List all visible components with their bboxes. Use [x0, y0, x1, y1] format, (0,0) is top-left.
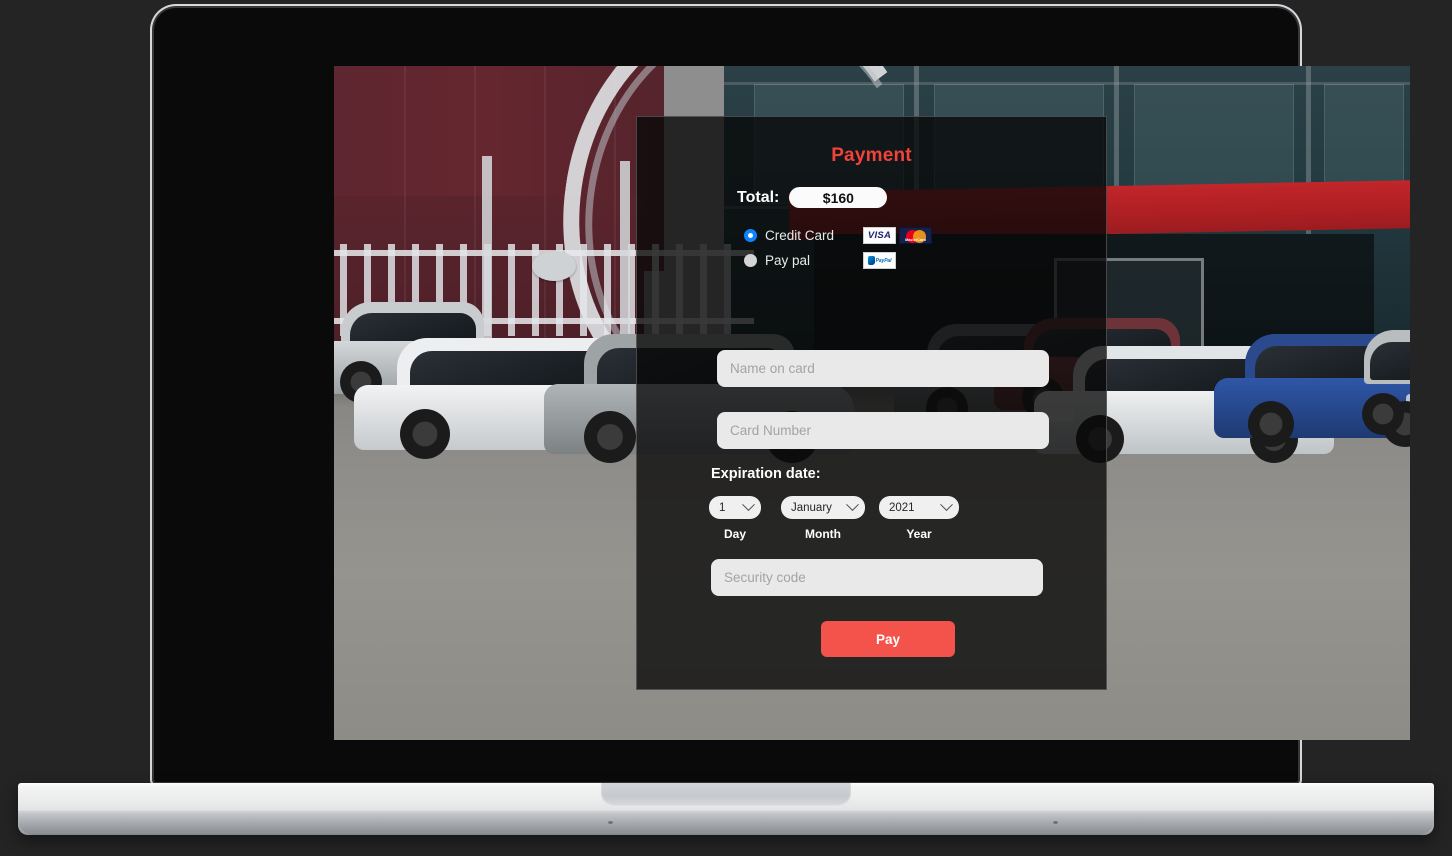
- card-number-input[interactable]: Card Number: [717, 412, 1049, 449]
- fence-picket: [604, 244, 611, 336]
- year-select[interactable]: 2021: [879, 496, 959, 519]
- car-wheel: [1248, 401, 1294, 447]
- day-select-value: 1: [719, 501, 726, 514]
- fence-picket: [580, 244, 587, 336]
- expiration-selects: 1 Day January Month 2021 Year: [709, 496, 959, 541]
- visa-icon: VISA: [863, 227, 896, 244]
- car-wheel: [584, 411, 636, 463]
- day-caption: Day: [723, 527, 746, 541]
- screenshot-root: Payment Total: $160 Credit Card VISA Mas…: [0, 0, 1452, 856]
- paypal-wordmark: PayPal: [875, 257, 892, 264]
- mastercard-icon: MasterCard: [899, 227, 932, 244]
- total-value: $160: [789, 187, 888, 208]
- radio-pay-pal[interactable]: [744, 254, 757, 267]
- pay-button[interactable]: Pay: [821, 621, 955, 657]
- radio-credit-card[interactable]: [744, 229, 757, 242]
- security-code-input[interactable]: Security code: [711, 559, 1043, 596]
- satellite-dish: [532, 251, 576, 281]
- payment-modal: Payment Total: $160 Credit Card VISA Mas…: [636, 116, 1107, 690]
- chevron-down-icon: [846, 498, 859, 512]
- total-row: Total: $160: [737, 187, 888, 208]
- car-wheel: [400, 409, 450, 459]
- car-wheel: [1362, 393, 1404, 435]
- month-caption: Month: [805, 527, 841, 541]
- total-label: Total:: [737, 188, 780, 206]
- laptop-foot: [1053, 821, 1058, 824]
- day-select-group: 1 Day: [709, 496, 761, 541]
- year-select-group: 2021 Year: [879, 496, 959, 541]
- laptop-screen: Payment Total: $160 Credit Card VISA Mas…: [334, 66, 1410, 740]
- payment-method-pay-pal[interactable]: Pay pal PayPal: [744, 248, 932, 273]
- page-title: Payment: [831, 145, 912, 166]
- car-silver-far-right: [1344, 330, 1410, 435]
- paypal-p-mark: [867, 256, 875, 265]
- fence-post: [620, 161, 630, 351]
- card-brand-logos: VISA MasterCard: [863, 227, 932, 244]
- laptop-base: [18, 783, 1434, 835]
- year-select-value: 2021: [889, 501, 915, 514]
- month-select-value: January: [791, 501, 832, 514]
- month-select-group: January Month: [781, 496, 865, 541]
- paypal-icon: PayPal: [863, 252, 896, 269]
- name-on-card-input[interactable]: Name on card: [717, 350, 1049, 387]
- laptop-foot: [608, 821, 613, 824]
- paypal-brand-logo: PayPal: [863, 252, 896, 269]
- payment-method-label: Pay pal: [765, 253, 811, 268]
- expiration-date-label: Expiration date:: [711, 466, 821, 482]
- payment-methods: Credit Card VISA MasterCard Pay pal PayP…: [744, 223, 932, 273]
- year-caption: Year: [906, 527, 932, 541]
- day-select[interactable]: 1: [709, 496, 761, 519]
- chevron-down-icon: [940, 498, 953, 512]
- laptop-lid: Payment Total: $160 Credit Card VISA Mas…: [150, 4, 1410, 786]
- payment-method-label: Credit Card: [765, 228, 835, 243]
- month-select[interactable]: January: [781, 496, 865, 519]
- payment-method-credit-card[interactable]: Credit Card VISA MasterCard: [744, 223, 932, 248]
- laptop-base-notch: [601, 783, 851, 807]
- chevron-down-icon: [742, 498, 755, 512]
- mastercard-wordmark: MasterCard: [905, 238, 926, 242]
